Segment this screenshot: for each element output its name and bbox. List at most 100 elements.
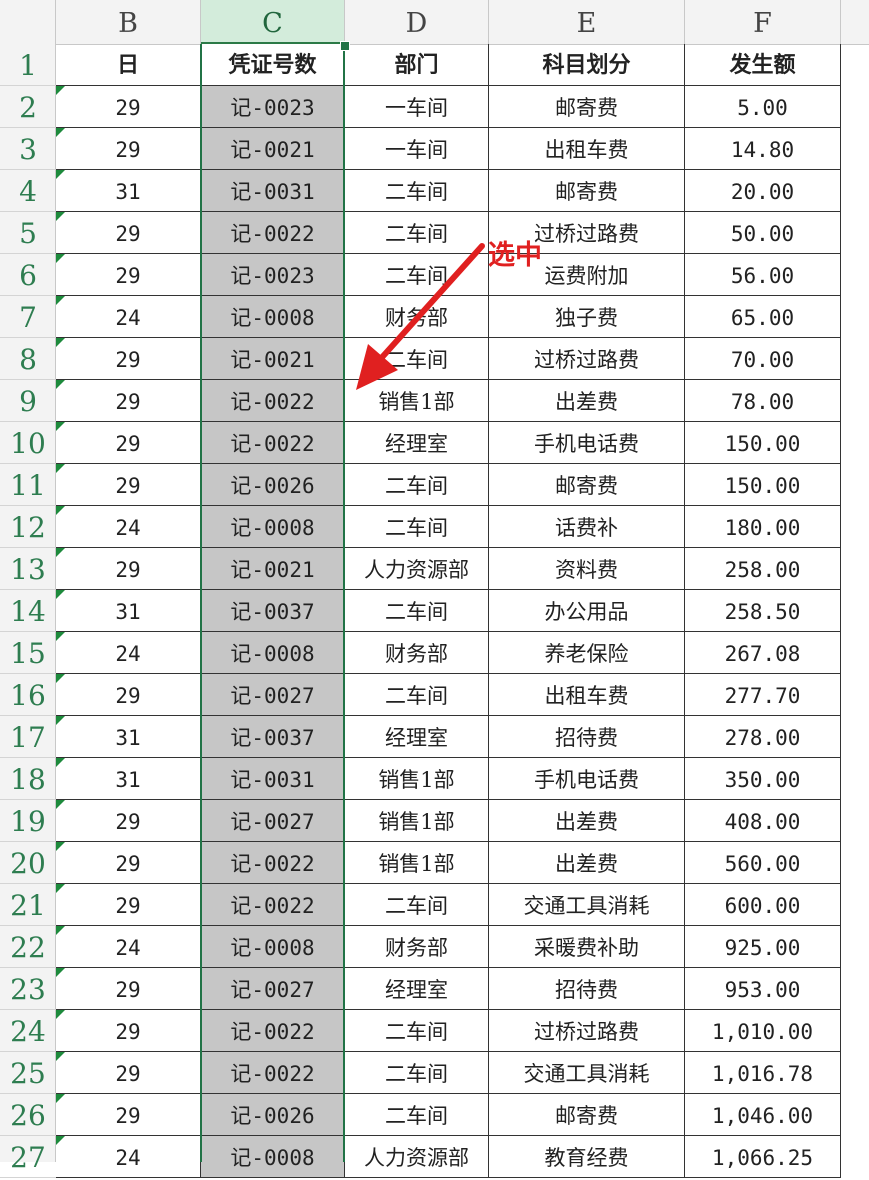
cell-dept[interactable]: 经理室 (345, 422, 489, 464)
cell-subject[interactable]: 出租车费 (489, 128, 685, 170)
cell-dept[interactable]: 销售1部 (345, 800, 489, 842)
cell-voucher[interactable]: 记-0022 (201, 380, 345, 422)
header-cell-voucher[interactable]: 凭证号数 (201, 44, 345, 86)
cell-amount[interactable]: 953.00 (685, 968, 841, 1010)
column-header-e[interactable]: E (489, 0, 685, 44)
cell-amount[interactable]: 600.00 (685, 884, 841, 926)
cell-voucher[interactable]: 记-0037 (201, 716, 345, 758)
cell-day[interactable]: 29 (56, 1052, 201, 1094)
cell-voucher[interactable]: 记-0026 (201, 1094, 345, 1136)
cell-amount[interactable]: 1,016.78 (685, 1052, 841, 1094)
cell-subject[interactable]: 出差费 (489, 842, 685, 884)
cell-amount[interactable]: 925.00 (685, 926, 841, 968)
row-header[interactable]: 20 (0, 842, 56, 884)
row-header[interactable]: 3 (0, 128, 56, 170)
cell-subject[interactable]: 出差费 (489, 380, 685, 422)
cell-day[interactable]: 29 (56, 842, 201, 884)
cell-amount[interactable]: 56.00 (685, 254, 841, 296)
row-header[interactable]: 25 (0, 1052, 56, 1094)
row-header[interactable]: 22 (0, 926, 56, 968)
cell-dept[interactable]: 人力资源部 (345, 548, 489, 590)
row-header[interactable]: 8 (0, 338, 56, 380)
cell-amount[interactable]: 278.00 (685, 716, 841, 758)
cell-day[interactable]: 29 (56, 884, 201, 926)
cell-dept[interactable]: 一车间 (345, 128, 489, 170)
row-header[interactable]: 24 (0, 1010, 56, 1052)
cell-subject[interactable]: 手机电话费 (489, 422, 685, 464)
cell-subject[interactable]: 邮寄费 (489, 1094, 685, 1136)
cell-voucher[interactable]: 记-0023 (201, 86, 345, 128)
cell-amount[interactable]: 14.80 (685, 128, 841, 170)
row-header[interactable]: 1 (0, 44, 56, 86)
cell-subject[interactable]: 办公用品 (489, 590, 685, 632)
row-header[interactable]: 23 (0, 968, 56, 1010)
cell-subject[interactable]: 招待费 (489, 716, 685, 758)
row-header[interactable]: 19 (0, 800, 56, 842)
row-header[interactable]: 27 (0, 1136, 56, 1178)
cell-subject[interactable]: 交通工具消耗 (489, 1052, 685, 1094)
cell-dept[interactable]: 二车间 (345, 506, 489, 548)
row-header[interactable]: 12 (0, 506, 56, 548)
row-header[interactable]: 7 (0, 296, 56, 338)
column-header-d[interactable]: D (345, 0, 489, 44)
cell-amount[interactable]: 5.00 (685, 86, 841, 128)
cell-voucher[interactable]: 记-0022 (201, 422, 345, 464)
row-header[interactable]: 21 (0, 884, 56, 926)
cell-voucher[interactable]: 记-0008 (201, 632, 345, 674)
header-cell-dept[interactable]: 部门 (345, 44, 489, 86)
select-all-corner[interactable] (0, 0, 56, 44)
cell-amount[interactable]: 350.00 (685, 758, 841, 800)
cell-voucher[interactable]: 记-0022 (201, 212, 345, 254)
cell-subject[interactable]: 招待费 (489, 968, 685, 1010)
cell-dept[interactable]: 经理室 (345, 968, 489, 1010)
header-cell-subject[interactable]: 科目划分 (489, 44, 685, 86)
row-header[interactable]: 2 (0, 86, 56, 128)
cell-subject[interactable]: 邮寄费 (489, 464, 685, 506)
cell-day[interactable]: 29 (56, 464, 201, 506)
cell-day[interactable]: 24 (56, 296, 201, 338)
cell-voucher[interactable]: 记-0027 (201, 968, 345, 1010)
row-header[interactable]: 26 (0, 1094, 56, 1136)
cell-subject[interactable]: 手机电话费 (489, 758, 685, 800)
cell-day[interactable]: 24 (56, 632, 201, 674)
cell-dept[interactable]: 二车间 (345, 590, 489, 632)
cell-subject[interactable]: 养老保险 (489, 632, 685, 674)
cell-subject[interactable]: 采暖费补助 (489, 926, 685, 968)
cell-amount[interactable]: 20.00 (685, 170, 841, 212)
cell-subject[interactable]: 邮寄费 (489, 170, 685, 212)
column-header-b[interactable]: B (56, 0, 201, 44)
cell-amount[interactable]: 258.00 (685, 548, 841, 590)
cell-dept[interactable]: 二车间 (345, 170, 489, 212)
header-cell-amount[interactable]: 发生额 (685, 44, 841, 86)
cell-voucher[interactable]: 记-0021 (201, 338, 345, 380)
cell-amount[interactable]: 180.00 (685, 506, 841, 548)
cell-dept[interactable]: 财务部 (345, 632, 489, 674)
cell-day[interactable]: 29 (56, 422, 201, 464)
cell-day[interactable]: 31 (56, 758, 201, 800)
cell-day[interactable]: 29 (56, 254, 201, 296)
cell-dept[interactable]: 二车间 (345, 464, 489, 506)
cell-subject[interactable]: 话费补 (489, 506, 685, 548)
fill-handle[interactable] (340, 41, 350, 51)
row-header[interactable]: 13 (0, 548, 56, 590)
cell-voucher[interactable]: 记-0022 (201, 884, 345, 926)
cell-day[interactable]: 31 (56, 716, 201, 758)
cell-subject[interactable]: 教育经费 (489, 1136, 685, 1178)
cell-voucher[interactable]: 记-0021 (201, 548, 345, 590)
cell-amount[interactable]: 150.00 (685, 422, 841, 464)
cell-amount[interactable]: 267.08 (685, 632, 841, 674)
cell-subject[interactable]: 交通工具消耗 (489, 884, 685, 926)
cell-voucher[interactable]: 记-0022 (201, 842, 345, 884)
cell-amount[interactable]: 50.00 (685, 212, 841, 254)
cell-day[interactable]: 24 (56, 506, 201, 548)
cell-voucher[interactable]: 记-0008 (201, 506, 345, 548)
cell-day[interactable]: 29 (56, 1010, 201, 1052)
cell-amount[interactable]: 258.50 (685, 590, 841, 632)
cell-subject[interactable]: 过桥过路费 (489, 1010, 685, 1052)
cell-voucher[interactable]: 记-0022 (201, 1052, 345, 1094)
cell-amount[interactable]: 277.70 (685, 674, 841, 716)
cell-amount[interactable]: 560.00 (685, 842, 841, 884)
cell-dept[interactable]: 销售1部 (345, 842, 489, 884)
row-header[interactable]: 11 (0, 464, 56, 506)
cell-amount[interactable]: 408.00 (685, 800, 841, 842)
